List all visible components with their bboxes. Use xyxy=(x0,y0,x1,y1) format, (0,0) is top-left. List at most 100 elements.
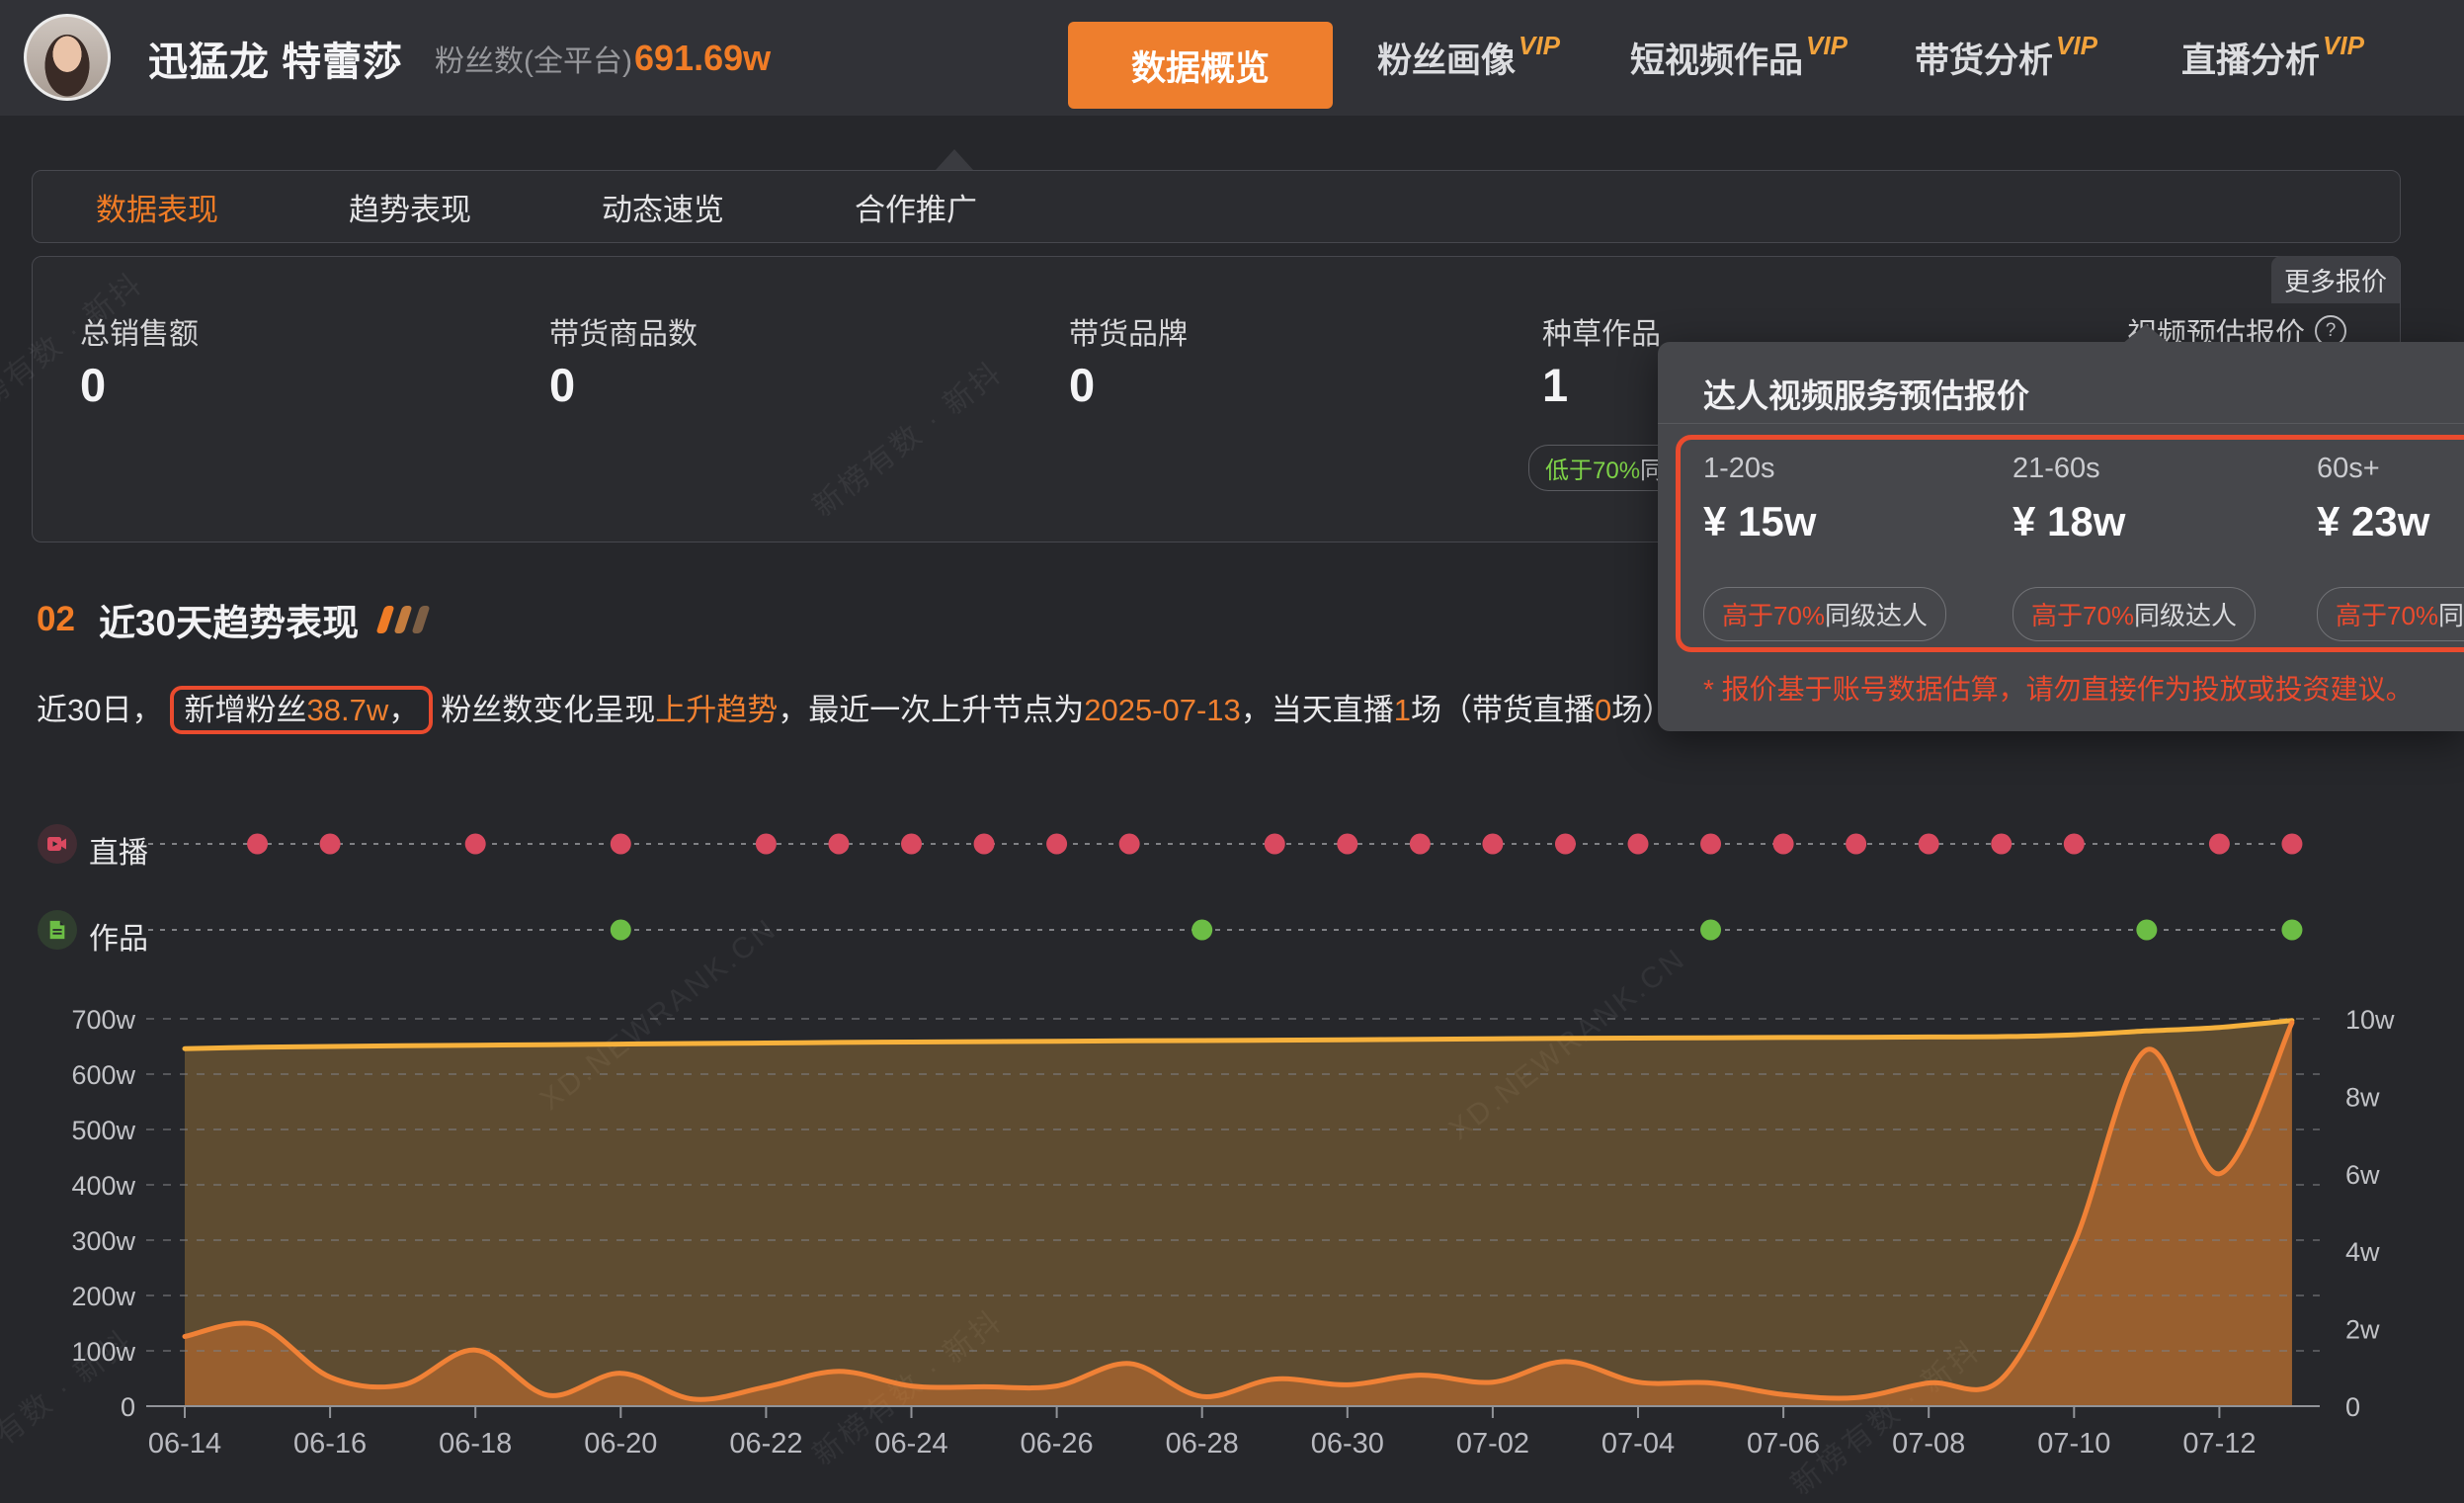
section-number: 02 xyxy=(37,600,75,639)
watermark-5: 新榜有数 · 新抖 xyxy=(1779,1327,1988,1503)
svg-text:06-22: 06-22 xyxy=(729,1428,802,1460)
quote-price-1: ¥ 15w xyxy=(1703,498,1816,545)
summary-seg-box-1: 38.7w xyxy=(306,693,388,727)
quote-duration-2: 21-60s xyxy=(2012,453,2100,485)
summary-seg-post-7: 0 xyxy=(1595,693,1611,727)
quote-price-2: ¥ 18w xyxy=(2012,498,2125,545)
tab-ecommerce-analysis[interactable]: 带货分析VIP xyxy=(1915,0,2097,116)
stat-label-product-count: 带货商品数 xyxy=(549,309,698,353)
quote-badge-2: 高于70%同级达人 xyxy=(2012,587,2256,641)
svg-text:07-02: 07-02 xyxy=(1456,1428,1529,1460)
svg-text:07-10: 07-10 xyxy=(2037,1428,2110,1460)
watermark-3: XD.NEWRANK.CN xyxy=(1443,942,1693,1147)
section-header: 02 近30天趋势表现 xyxy=(37,593,426,646)
svg-text:700w: 700w xyxy=(71,1005,135,1035)
tab-data-overview[interactable]: 数据概览 xyxy=(1068,22,1333,109)
tab-label: 直播分析 xyxy=(2181,33,2320,83)
vip-badge: VIP xyxy=(1519,31,1560,61)
tab-label: 短视频作品 xyxy=(1630,33,1803,83)
pill-rest: 同级达人 xyxy=(2438,601,2464,630)
live-timeline-label: 直播 xyxy=(89,828,148,872)
account-name: 迅猛龙 特蕾莎 xyxy=(148,0,403,116)
svg-text:6w: 6w xyxy=(2345,1160,2380,1190)
header-bar: 迅猛龙 特蕾莎 粉丝数(全平台) 691.69w 数据概览 粉丝画像VIP 短视… xyxy=(0,0,2464,116)
works-timeline-label: 作品 xyxy=(89,914,148,958)
svg-text:600w: 600w xyxy=(71,1060,135,1090)
subtab-data-performance[interactable]: 数据表现 xyxy=(96,185,218,229)
tab-short-video[interactable]: 短视频作品VIP xyxy=(1630,0,1848,116)
quote-badge-3: 高于70%同级达人 xyxy=(2317,587,2464,641)
quote-duration-1: 1-20s xyxy=(1703,453,1775,485)
svg-text:06-18: 06-18 xyxy=(439,1428,512,1460)
stat-label-brands: 带货品牌 xyxy=(1069,309,1188,353)
subtab-activity-overview[interactable]: 动态速览 xyxy=(602,185,724,229)
svg-text:07-04: 07-04 xyxy=(1602,1428,1675,1460)
tab-label: 粉丝画像 xyxy=(1377,33,1516,83)
summary-seg-post-5: 1 xyxy=(1394,693,1411,727)
more-quotes-button[interactable]: 更多报价 xyxy=(2271,256,2400,303)
watermark-2: XD.NEWRANK.CN xyxy=(534,912,784,1118)
svg-text:06-24: 06-24 xyxy=(874,1428,947,1460)
svg-text:0: 0 xyxy=(121,1392,135,1422)
svg-text:2w: 2w xyxy=(2345,1315,2380,1345)
annotation-red-box-inline: 新增粉丝38.7w， xyxy=(170,686,433,734)
summary-seg-box-2: ， xyxy=(388,693,419,727)
svg-text:06-28: 06-28 xyxy=(1166,1428,1239,1460)
fans-count-label: 粉丝数(全平台) xyxy=(435,0,632,116)
summary-seg-post-6: 场（带货直播 xyxy=(1411,693,1595,727)
avatar xyxy=(24,14,111,101)
svg-text:200w: 200w xyxy=(71,1282,135,1311)
summary-seg-post-3: 2025-07-13 xyxy=(1084,693,1241,727)
svg-text:4w: 4w xyxy=(2345,1237,2380,1267)
svg-text:06-20: 06-20 xyxy=(584,1428,657,1460)
stat-label-total-sales: 总销售额 xyxy=(80,309,199,353)
pill-highlight: 高于70% xyxy=(1722,601,1825,630)
fans-count-value: 691.69w xyxy=(634,0,771,116)
subtab-trend-performance[interactable]: 趋势表现 xyxy=(349,185,471,229)
stat-value-seeding-works: 1 xyxy=(1542,358,1568,412)
svg-text:06-26: 06-26 xyxy=(1021,1428,1094,1460)
popup-title: 达人视频服务预估报价 xyxy=(1703,370,2029,417)
sub-tab-bar: 数据表现 趋势表现 动态速览 合作推广 xyxy=(32,170,2401,243)
svg-text:0: 0 xyxy=(2345,1392,2360,1422)
subtab-cooperation-promo[interactable]: 合作推广 xyxy=(855,185,977,229)
svg-text:07-12: 07-12 xyxy=(2182,1428,2256,1460)
vip-badge: VIP xyxy=(1806,31,1848,61)
watermark-6: 新榜有数 · 新抖 xyxy=(0,1317,140,1494)
svg-text:06-16: 06-16 xyxy=(293,1428,367,1460)
live-video-icon xyxy=(38,824,77,864)
vip-badge: VIP xyxy=(2323,31,2364,61)
stat-value-product-count: 0 xyxy=(549,358,575,412)
popup-divider xyxy=(1658,423,2464,424)
svg-text:06-14: 06-14 xyxy=(148,1428,221,1460)
quote-duration-3: 60s+ xyxy=(2317,453,2380,485)
stat-label-seeding-works: 种草作品 xyxy=(1542,309,1661,353)
panel-pointer-arrow xyxy=(936,149,973,170)
summary-seg-post-4: ，当天直播 xyxy=(1241,693,1394,727)
quote-price-3: ¥ 23w xyxy=(2317,498,2429,545)
tab-fan-portrait[interactable]: 粉丝画像VIP xyxy=(1377,0,1560,116)
stat-value-total-sales: 0 xyxy=(80,358,106,412)
summary-seg-post-1: 上升趋势 xyxy=(655,693,778,727)
svg-text:8w: 8w xyxy=(2345,1082,2380,1112)
tab-label: 带货分析 xyxy=(1915,33,2053,83)
summary-seg-pre-0: 近30日， xyxy=(37,693,162,727)
summary-seg-post-2: ，最近一次上升节点为 xyxy=(778,693,1084,727)
svg-text:500w: 500w xyxy=(71,1116,135,1145)
watermark-4: 新榜有数 · 新抖 xyxy=(801,1297,1010,1474)
pill-rest: 同级达人 xyxy=(2134,601,2237,630)
pill-rest: 同级达人 xyxy=(1825,601,1928,630)
quote-badge-1: 高于70%同级达人 xyxy=(1703,587,1946,641)
tab-live-analysis[interactable]: 直播分析VIP xyxy=(2181,0,2364,116)
popup-arrow xyxy=(2122,324,2170,344)
vip-badge: VIP xyxy=(2056,31,2097,61)
video-quote-popup: 达人视频服务预估报价 1-20s ¥ 15w 高于70%同级达人 21-60s … xyxy=(1658,342,2464,731)
title-bars-icon xyxy=(380,606,426,633)
pill-highlight: 高于70% xyxy=(2336,601,2438,630)
document-icon xyxy=(38,910,77,950)
svg-text:06-30: 06-30 xyxy=(1311,1428,1384,1460)
summary-seg-post-0: 粉丝数变化呈现 xyxy=(441,693,655,727)
badge-highlight: 低于70% xyxy=(1545,458,1640,484)
svg-text:300w: 300w xyxy=(71,1226,135,1256)
svg-text:07-08: 07-08 xyxy=(1892,1428,1965,1460)
